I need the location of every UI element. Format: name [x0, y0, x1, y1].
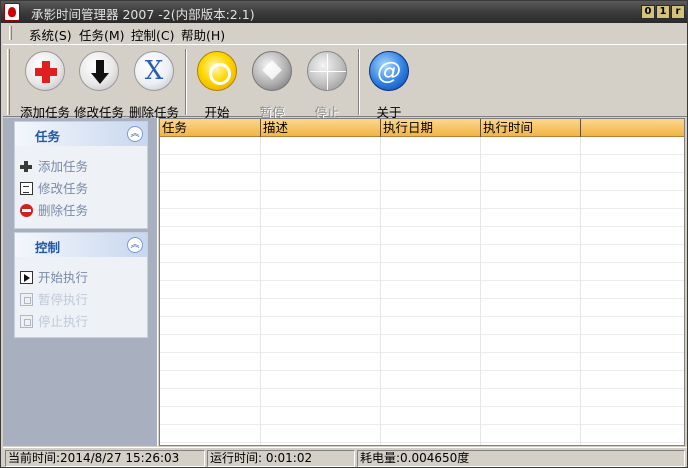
minimize-button[interactable]: 0	[641, 5, 655, 19]
control-group-title: 控制	[35, 240, 61, 255]
control-group-header[interactable]: 控制 ︽	[15, 233, 147, 257]
pause-icon	[252, 51, 292, 91]
add-task-button[interactable]: 添加任务	[17, 49, 73, 120]
plus-icon	[20, 160, 33, 173]
close-button[interactable]: r	[671, 5, 685, 19]
column-header-description[interactable]: 描述	[261, 119, 381, 137]
pause-button[interactable]: 暂停	[244, 49, 300, 120]
menu-bar: 系统(S) 任务(M) 控制(C) 帮助(H)	[3, 23, 687, 43]
task-group-body: 添加任务 修改任务 删除任务	[15, 146, 147, 228]
task-group-header[interactable]: 任务 ︽	[15, 122, 147, 146]
sidebar-item-label: 修改任务	[38, 181, 89, 196]
sidebar-item-add-task[interactable]: 添加任务	[20, 156, 88, 174]
task-group-title: 任务	[35, 129, 61, 144]
column-header-task[interactable]: 任务	[160, 119, 261, 137]
about-button[interactable]: @ 关于	[361, 49, 417, 120]
sidebar-item-pause[interactable]: 暂停执行	[20, 289, 88, 307]
window-title: 承影时间管理器 2007 -2(内部版本:2.1)	[31, 7, 255, 22]
stop-icon	[307, 51, 347, 91]
control-group-body: 开始执行 暂停执行 停止执行	[15, 257, 147, 337]
column-divider	[580, 137, 581, 445]
column-header-date[interactable]: 执行日期	[381, 119, 481, 137]
table-header: 任务 描述 执行日期 执行时间	[160, 119, 684, 137]
menu-system[interactable]: 系统(S)	[29, 25, 72, 44]
sidebar-item-stop[interactable]: 停止执行	[20, 311, 88, 329]
toolbar-grip[interactable]	[7, 49, 10, 115]
sidebar-item-label: 开始执行	[38, 270, 89, 285]
edit-task-button[interactable]: 修改任务	[71, 49, 127, 120]
sidebar-item-label: 暂停执行	[38, 292, 89, 307]
start-button[interactable]: 开始	[189, 49, 245, 120]
status-run-time: 运行时间: 0:01:02	[207, 450, 355, 467]
stop-button[interactable]: 停止	[299, 49, 355, 120]
stop-square-icon	[20, 315, 33, 328]
sidebar-item-delete-task[interactable]: 删除任务	[20, 200, 88, 218]
sidebar-item-label: 停止执行	[38, 314, 89, 329]
title-bar[interactable]: 承影时间管理器 2007 -2(内部版本:2.1) 0 1 r	[1, 1, 687, 23]
sidebar-item-start[interactable]: 开始执行	[20, 267, 88, 285]
status-power: 耗电量:0.004650度	[357, 450, 685, 467]
menu-help[interactable]: 帮助(H)	[181, 25, 225, 44]
minus-circle-icon	[20, 204, 33, 217]
column-divider	[380, 137, 381, 445]
pause-square-icon	[20, 293, 33, 306]
start-icon	[197, 51, 237, 91]
app-icon[interactable]	[4, 3, 20, 21]
task-group: 任务 ︽ 添加任务 修改任务 删除任务	[14, 121, 148, 229]
sidebar-item-edit-task[interactable]: 修改任务	[20, 178, 88, 196]
collapse-icon[interactable]: ︽	[127, 237, 143, 253]
maximize-button[interactable]: 1	[656, 5, 670, 19]
sidebar-panel: 任务 ︽ 添加任务 修改任务 删除任务 控制 ︽ 开始执行 暂停执行 停止执行	[3, 118, 157, 446]
sidebar-item-label: 添加任务	[38, 159, 89, 174]
add-icon	[25, 51, 65, 91]
menu-grip[interactable]	[9, 26, 12, 40]
task-table[interactable]: 任务 描述 执行日期 执行时间	[159, 118, 685, 446]
document-icon	[20, 182, 33, 195]
column-header-time[interactable]: 执行时间	[481, 119, 581, 137]
menu-task[interactable]: 任务(M)	[79, 25, 125, 44]
app-window: 承影时间管理器 2007 -2(内部版本:2.1) 0 1 r 系统(S) 任务…	[0, 0, 688, 468]
delete-task-button[interactable]: X 删除任务	[126, 49, 182, 120]
status-bar: 当前时间:2014/8/27 15:26:03 运行时间: 0:01:02 耗电…	[3, 447, 687, 467]
column-divider	[480, 137, 481, 445]
control-group: 控制 ︽ 开始执行 暂停执行 停止执行	[14, 232, 148, 338]
toolbar: 添加任务 修改任务 X 删除任务 开始 暂停 停止 @ 关于	[3, 44, 687, 120]
table-body[interactable]	[160, 137, 684, 445]
delete-x-icon: X	[134, 51, 174, 91]
collapse-icon[interactable]: ︽	[127, 126, 143, 142]
about-at-icon: @	[369, 51, 409, 91]
column-divider	[260, 137, 261, 445]
sidebar-item-label: 删除任务	[38, 203, 89, 218]
menu-control[interactable]: 控制(C)	[131, 25, 174, 44]
down-arrow-icon	[79, 51, 119, 91]
status-current-time: 当前时间:2014/8/27 15:26:03	[5, 450, 205, 467]
play-icon	[20, 271, 33, 284]
